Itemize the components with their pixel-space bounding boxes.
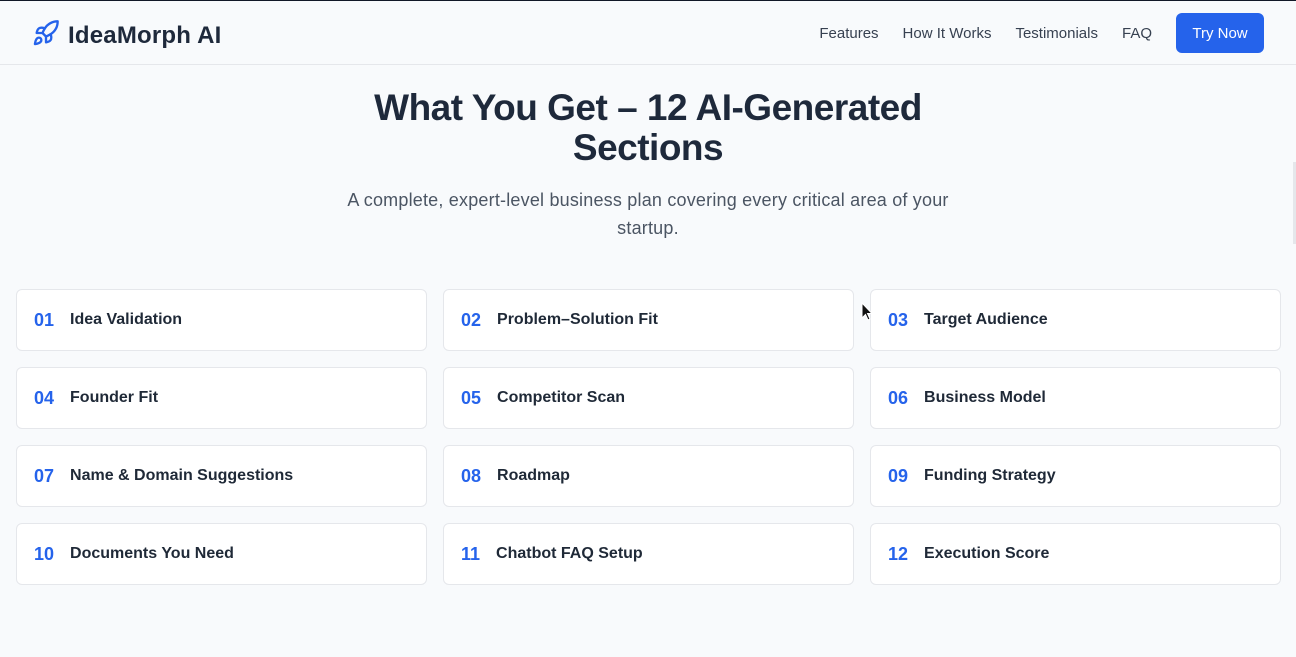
section-subtitle: A complete, expert-level business plan c… bbox=[347, 190, 949, 238]
section-number: 06 bbox=[888, 387, 909, 408]
section-title: What You Get – 12 AI-Generated Sections bbox=[374, 87, 922, 168]
section-label: Idea Validation bbox=[70, 311, 183, 328]
section-card: 01 Idea Validation bbox=[16, 289, 427, 351]
section-label: Name & Domain Suggestions bbox=[70, 467, 294, 484]
section-card: 10 Documents You Need bbox=[16, 523, 427, 585]
nav-link-faq[interactable]: FAQ bbox=[1122, 25, 1152, 42]
section-card: 11 Chatbot FAQ Setup bbox=[443, 523, 854, 585]
section-label: Documents You Need bbox=[70, 545, 234, 562]
section-number: 09 bbox=[888, 465, 909, 486]
sections-grid: 01 Idea Validation 02 Problem–Solution Fit… bbox=[16, 289, 1281, 585]
section-label: Chatbot FAQ Setup bbox=[496, 545, 643, 562]
section-number: 05 bbox=[461, 387, 482, 408]
try-now-button[interactable]: Try Now bbox=[1176, 13, 1264, 53]
section-number: 08 bbox=[461, 465, 482, 486]
section-number: 07 bbox=[34, 465, 55, 486]
section-card: 05 Competitor Scan bbox=[443, 367, 854, 429]
section-number: 04 bbox=[34, 387, 55, 408]
section-number: 02 bbox=[461, 309, 482, 330]
section-card: 06 Business Model bbox=[870, 367, 1281, 429]
section-label: Execution Score bbox=[924, 545, 1050, 562]
section-card: 04 Founder Fit bbox=[16, 367, 427, 429]
section-card: 09 Funding Strategy bbox=[870, 445, 1281, 507]
section-label: Business Model bbox=[924, 389, 1046, 406]
section-number: 11 bbox=[461, 543, 481, 564]
section-label: Roadmap bbox=[497, 467, 570, 484]
nav-link-features[interactable]: Features bbox=[819, 25, 878, 42]
section-number: 03 bbox=[888, 309, 909, 330]
mouse-pointer-icon bbox=[861, 301, 874, 326]
section-card: 08 Roadmap bbox=[443, 445, 854, 507]
brand-name: IdeaMorph AI bbox=[68, 21, 222, 49]
section-label: Competitor Scan bbox=[497, 389, 626, 406]
section-number: 12 bbox=[888, 543, 909, 564]
section-number: 10 bbox=[34, 543, 55, 564]
section-card: 03 Target Audience bbox=[870, 289, 1281, 351]
section-label: Target Audience bbox=[924, 311, 1048, 328]
site-header: IdeaMorph AI Features How It Works Testi… bbox=[0, 1, 1296, 65]
brand-logo[interactable]: IdeaMorph AI bbox=[32, 19, 222, 52]
section-card: 02 Problem–Solution Fit bbox=[443, 289, 854, 351]
section-number: 01 bbox=[34, 309, 55, 330]
main-nav: Features How It Works Testimonials FAQ T… bbox=[819, 13, 1264, 53]
section-label: Founder Fit bbox=[70, 389, 159, 406]
section-card: 07 Name & Domain Suggestions bbox=[16, 445, 427, 507]
section-label: Funding Strategy bbox=[924, 467, 1056, 484]
nav-link-testimonials[interactable]: Testimonials bbox=[1015, 25, 1098, 42]
rocket-icon bbox=[32, 19, 60, 52]
nav-link-how-it-works[interactable]: How It Works bbox=[903, 25, 992, 42]
section-card: 12 Execution Score bbox=[870, 523, 1281, 585]
section-label: Problem–Solution Fit bbox=[497, 311, 658, 328]
